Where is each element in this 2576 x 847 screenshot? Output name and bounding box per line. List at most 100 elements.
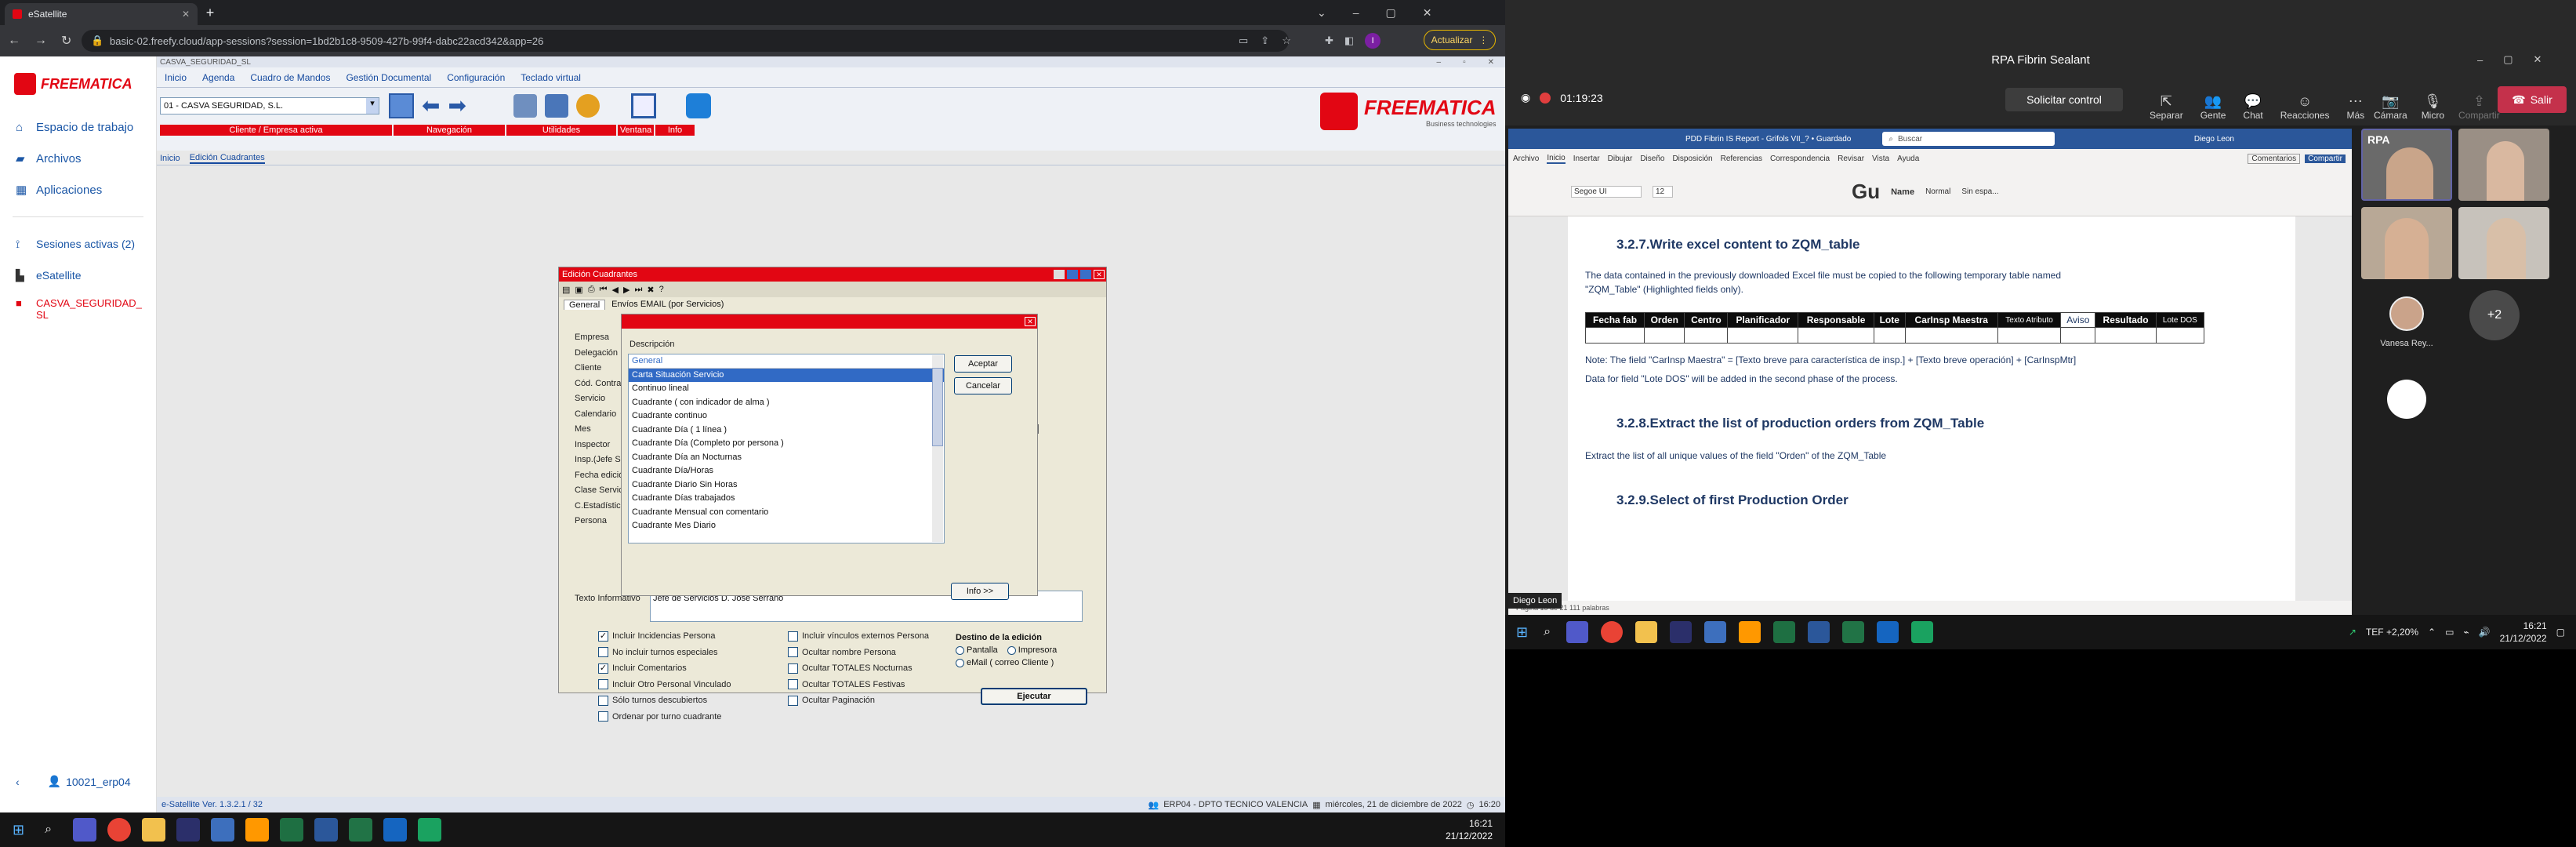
chrome-icon[interactable] (1601, 621, 1624, 643)
close-icon[interactable]: ✕ (2534, 53, 2542, 66)
micro-button[interactable]: 🎙 Micro (2422, 74, 2444, 121)
stock-ticker[interactable]: TEF +2,20% (2366, 627, 2418, 638)
camara-button[interactable]: 📷 Cámara (2374, 74, 2407, 121)
radio-pantalla[interactable]: Pantalla (956, 645, 998, 655)
share-icon[interactable]: ⇪ (1261, 35, 1269, 47)
green-app-icon[interactable] (418, 818, 442, 842)
person-icon[interactable] (575, 93, 600, 118)
maximize-icon[interactable]: ▢ (1386, 6, 1396, 20)
volume-icon[interactable]: 🔊 (2479, 627, 2491, 638)
app-restore-icon[interactable]: ▫ (1463, 58, 1466, 67)
checkbox[interactable] (788, 679, 798, 690)
compartir-button[interactable]: ⇪ Compartir (2458, 74, 2500, 121)
s-icon[interactable] (1877, 621, 1899, 643)
app-icon[interactable] (1704, 621, 1727, 643)
comments-button[interactable]: Comentarios (2248, 153, 2301, 164)
word-icon[interactable] (314, 818, 339, 842)
menu-vista[interactable]: Vista (1872, 154, 1889, 163)
dialog-close-icon[interactable]: ✕ (1094, 270, 1105, 279)
participant-tile[interactable] (2361, 364, 2452, 436)
company-select[interactable]: 01 - CASVA SEGURIDAD, S.L. ▾ (160, 97, 379, 115)
update-button[interactable]: Actualizar ⋮ (1424, 30, 1496, 50)
chevron-up-icon[interactable]: ⌃ (2428, 627, 2436, 638)
style-gallery-icon[interactable]: Gu (1852, 180, 1880, 204)
active-sessions[interactable]: ⟟ Sesiones activas (2) (0, 228, 156, 260)
checkbox[interactable] (598, 711, 608, 722)
menu-cuadro[interactable]: Cuadro de Mandos (242, 72, 338, 83)
excel-icon[interactable] (349, 818, 373, 842)
check-descubiertos[interactable]: Sólo turnos descubiertos (598, 693, 731, 709)
app-minimize-icon[interactable]: – (1437, 58, 1442, 67)
nav-files[interactable]: ▰ Archivos (0, 143, 156, 174)
forward-icon[interactable]: → (34, 34, 47, 48)
tab-inicio[interactable]: Inicio (160, 154, 180, 163)
list-item[interactable]: Cuadrante Día ( 1 línea ) (629, 424, 944, 438)
tool-prev-icon[interactable]: ◀ (612, 285, 619, 295)
style-normal[interactable]: Normal (1925, 187, 1950, 196)
list-item[interactable]: Cuadrante Días trabajados (629, 492, 944, 506)
check-ocultar-nombre[interactable]: Ocultar nombre Persona (788, 645, 929, 661)
check-paginacion[interactable]: Ocultar Paginación (788, 693, 929, 709)
check-incidencias[interactable]: ✓ Incluir Incidencias Persona (598, 628, 731, 645)
info-button[interactable]: Info >> (951, 583, 1009, 600)
font-select[interactable]: Segoe UI (1571, 186, 1642, 198)
list-item[interactable]: Cuadrante ( con indicador de alma ) (629, 396, 944, 410)
app-icon[interactable] (211, 818, 235, 842)
menu-archivo[interactable]: Archivo (1513, 154, 1539, 163)
list-item[interactable]: Carta Situación Servicio (629, 368, 944, 382)
reload-icon[interactable]: ↻ (61, 33, 71, 49)
menu-correspondencia[interactable]: Correspondencia (1770, 154, 1830, 163)
list-item[interactable]: Continuo lineal (629, 382, 944, 396)
menu-referencias[interactable]: Referencias (1721, 154, 1762, 163)
check-festivas[interactable]: Ocultar TOTALES Festivas (788, 677, 929, 693)
participant-tile[interactable]: RPA (2361, 129, 2452, 201)
url-field[interactable]: 🔒 basic-02.freefy.cloud/app-sessions?ses… (82, 30, 1289, 52)
tab-general[interactable]: General (564, 299, 606, 310)
checkbox[interactable] (598, 695, 608, 706)
green-app-icon[interactable] (1911, 621, 1934, 643)
share-button[interactable]: Compartir (2305, 154, 2346, 163)
dialog-min-icon[interactable] (1067, 270, 1078, 279)
radio-impresora[interactable]: Impresora (1007, 645, 1057, 655)
checkbox[interactable] (598, 647, 608, 658)
check-otro-personal[interactable]: Incluir Otro Personal Vinculado (598, 677, 731, 693)
menu-teclado[interactable]: Teclado virtual (513, 72, 589, 83)
checkbox[interactable]: ✓ (598, 631, 608, 642)
list-item[interactable]: Cuadrante Día (Completo por persona ) (629, 437, 944, 451)
menu-ayuda[interactable]: Ayuda (1897, 154, 1919, 163)
popup-close-icon[interactable]: ✕ (1025, 317, 1036, 326)
terminal-icon[interactable] (176, 818, 201, 842)
terminal-icon[interactable] (1670, 621, 1693, 643)
arrow-left-icon[interactable]: ⬅ (422, 93, 440, 118)
request-control-button[interactable]: Solicitar control (2005, 88, 2123, 111)
cancelar-button[interactable]: Cancelar (954, 377, 1012, 394)
extensions-icon[interactable]: ✚ (1325, 35, 1333, 47)
tool-first-icon[interactable]: ⏮ (600, 285, 608, 295)
nav-apps[interactable]: ▦ Aplicaciones (0, 174, 156, 205)
tool-save-icon[interactable]: ▣ (575, 285, 582, 295)
cast-icon[interactable]: ▭ (1239, 35, 1248, 47)
dialog-help-icon[interactable] (1054, 270, 1065, 279)
teams-icon[interactable] (73, 818, 97, 842)
checkbox[interactable] (598, 679, 608, 690)
menu-agenda[interactable]: Agenda (194, 72, 242, 83)
list-item[interactable]: Cuadrante Mensual con comentario (629, 506, 944, 520)
menu-revisar[interactable]: Revisar (1838, 154, 1864, 163)
tab-envios[interactable]: Envíos EMAIL (por Servicios) (611, 300, 724, 309)
leave-button[interactable]: ☎ Salir (2498, 86, 2567, 113)
separar-button[interactable]: ⇱ Separar (2150, 74, 2183, 121)
participant-tile[interactable] (2361, 207, 2452, 279)
calculator-icon[interactable] (544, 93, 568, 118)
more-participants[interactable]: +2 (2469, 290, 2520, 340)
info-db-icon[interactable] (685, 93, 711, 118)
ejecutar-button[interactable]: Ejecutar (981, 688, 1087, 705)
list-scrollbar[interactable] (932, 355, 943, 542)
start-icon[interactable]: ⊞ (1516, 624, 1528, 641)
gente-button[interactable]: 👥 Gente (2200, 74, 2226, 121)
app-close-icon[interactable]: ✕ (1488, 58, 1494, 67)
check-vinculos[interactable]: Incluir vínculos externos Persona (788, 628, 929, 645)
list-item[interactable]: Cuadrante Diario Sin Horas (629, 478, 944, 493)
checkbox[interactable] (788, 663, 798, 674)
word-icon[interactable] (1808, 621, 1830, 643)
menu-gestion[interactable]: Gestión Documental (338, 72, 439, 83)
